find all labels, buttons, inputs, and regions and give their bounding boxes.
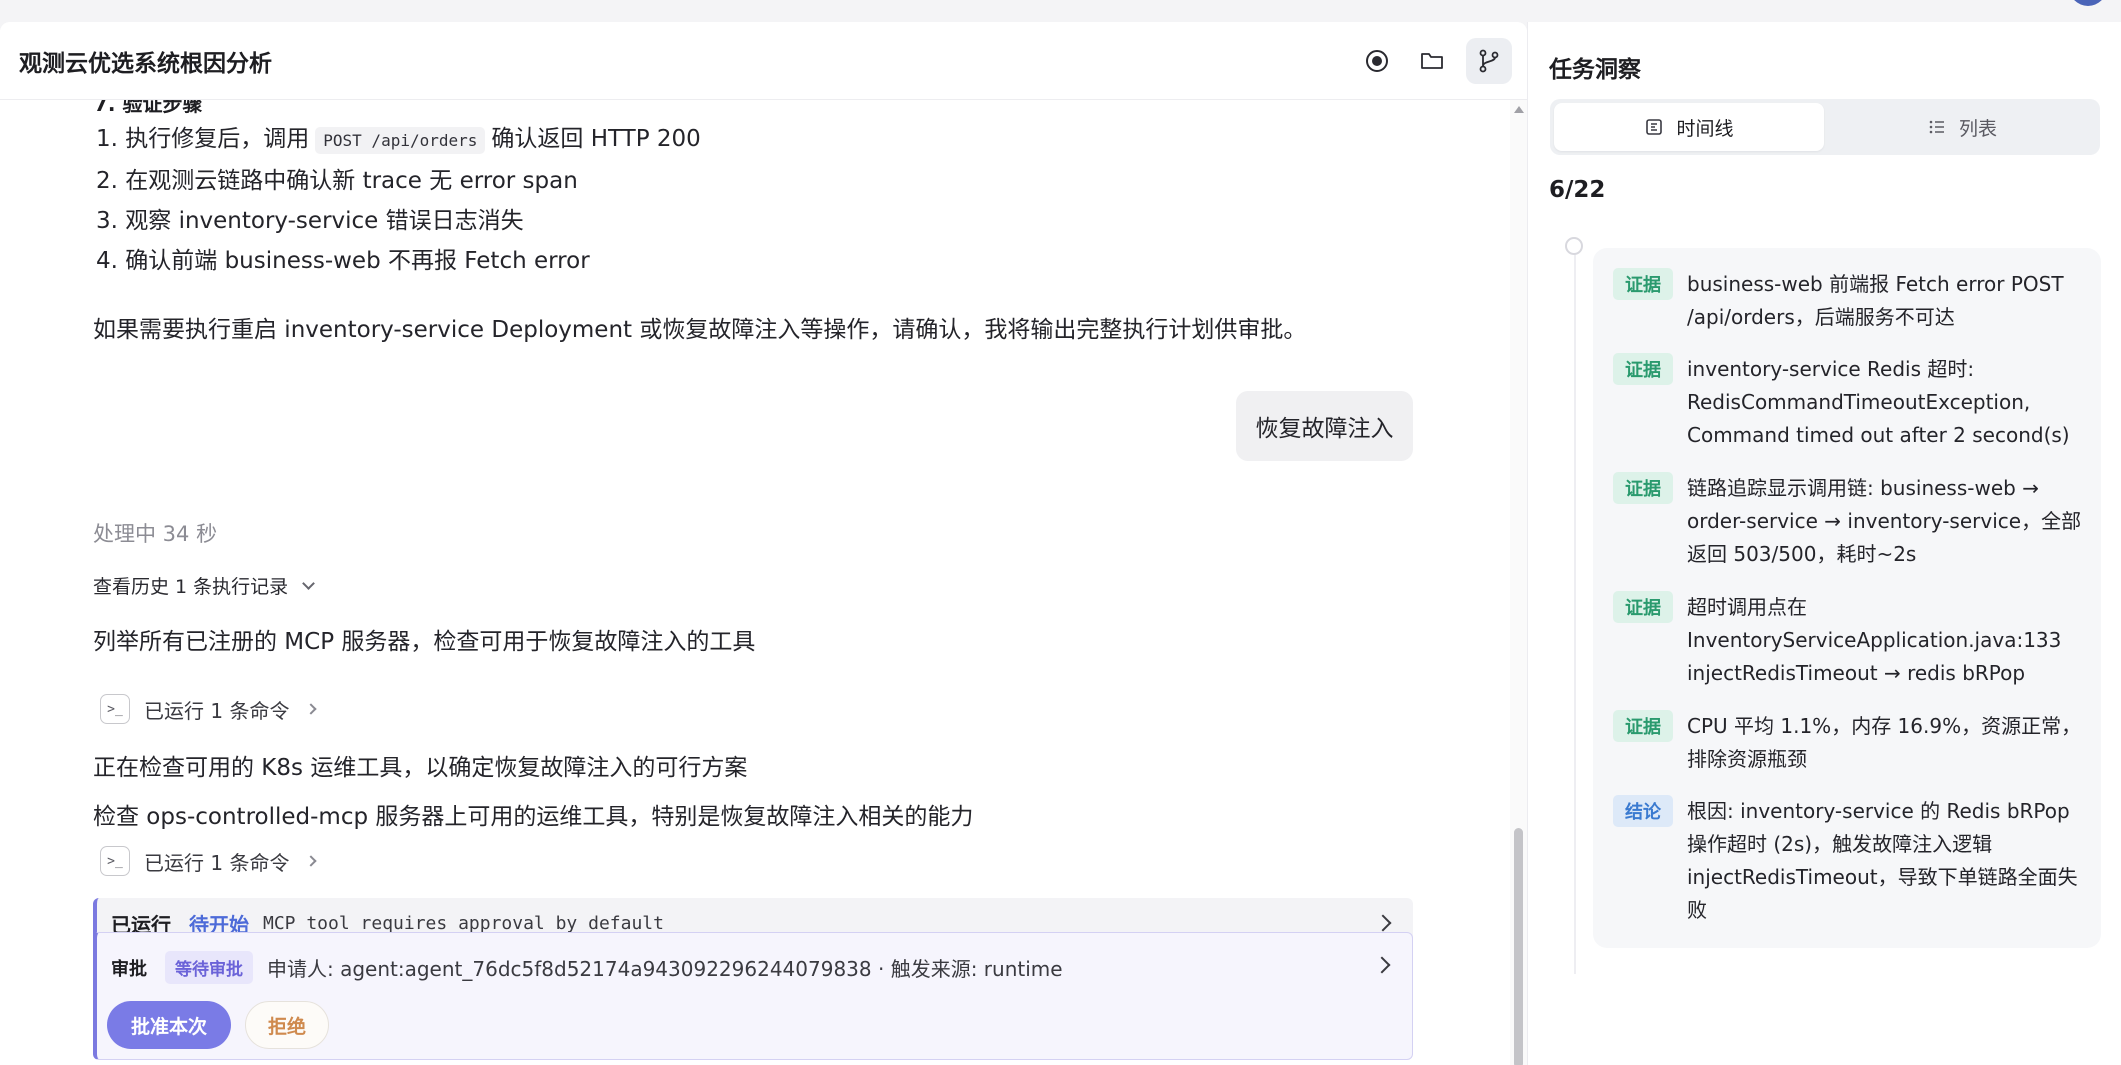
inline-code: POST /api/orders [315,127,486,154]
step-number: 2. [96,168,118,194]
chevron-right-icon [305,703,318,715]
window-top-strip [0,0,2121,22]
command-run-toggle[interactable]: >_ 已运行 1 条命令 [100,694,318,724]
timeline-axis [1574,244,1576,974]
list-item: 2. 在观测云链路中确认新 trace 无 error span [96,161,701,201]
record-button[interactable] [1354,38,1400,84]
chevron-right-icon [305,855,318,867]
evidence-tag: 证据 [1613,268,1673,300]
insight-item: 证据 CPU 平均 1.1%，内存 16.9%，资源正常，排除资源瓶颈 [1613,710,2082,776]
terminal-icon: >_ [100,694,130,724]
insight-panel: 任务洞察 时间线 列表 6/22 证据 business-web 前端报 Fet… [1527,22,2121,1065]
insight-item: 结论 根因: inventory-service 的 Redis bRPop 操… [1613,795,2082,927]
view-switcher: 时间线 列表 [1550,99,2100,155]
list-icon [1929,120,1944,134]
branch-button[interactable] [1466,38,1512,84]
evidence-tag: 证据 [1613,591,1673,623]
processing-status: 处理中 34 秒 [93,522,218,546]
history-toggle[interactable]: 查看历史 1 条执行记录 [93,572,316,599]
user-message-bubble: 恢复故障注入 [1236,391,1413,461]
insight-title: 任务洞察 [1549,57,1641,83]
command-run-toggle[interactable]: >_ 已运行 1 条命令 [100,846,318,876]
conversation-header: 观测云优选系统根因分析 [0,22,1527,100]
approval-header: 审批 等待审批 申请人: agent:agent_76dc5f8d52174a9… [111,951,1063,984]
step-number: 1. [96,126,118,152]
insight-text: inventory-service Redis 超时: RedisCommand… [1687,357,2070,447]
insight-text: CPU 平均 1.1%，内存 16.9%，资源正常，排除资源瓶颈 [1687,714,2082,771]
step-text: 观察 inventory-service 错误日志消失 [125,208,524,234]
approve-button[interactable]: 批准本次 [107,1001,231,1049]
chevron-right-icon[interactable] [1373,956,1391,974]
assistant-paragraph: 如果需要执行重启 inventory-service Deployment 或恢… [93,317,1307,343]
timeline-node-icon [1565,237,1583,255]
insight-card: 证据 business-web 前端报 Fetch error POST /ap… [1593,248,2101,948]
run-message: MCP tool requires approval by default [263,912,664,934]
approval-card: 审批 等待审批 申请人: agent:agent_76dc5f8d52174a9… [93,932,1413,1060]
scrollbar[interactable] [1510,100,1527,1065]
list-item: 3. 观察 inventory-service 错误日志消失 [96,201,701,241]
insight-item: 证据 超时调用点在 InventoryServiceApplication.ja… [1613,591,2082,690]
reject-button[interactable]: 拒绝 [245,1001,329,1049]
tab-timeline[interactable]: 时间线 [1554,103,1824,151]
insight-text: 根因: inventory-service 的 Redis bRPop 操作超时… [1687,799,2078,922]
scroll-up-arrow-icon[interactable] [1514,106,1524,113]
insight-item: 证据 链路追踪显示调用链: business-web → order-servi… [1613,472,2082,571]
conclusion-tag: 结论 [1613,795,1673,827]
insight-text: business-web 前端报 Fetch error POST /api/o… [1687,272,2064,329]
record-icon [1366,50,1388,72]
folder-icon [1421,53,1443,69]
section-heading: 7. 验证步骤 [94,100,203,116]
step-number: 4. [96,248,118,274]
evidence-tag: 证据 [1613,710,1673,742]
step-description: 列举所有已注册的 MCP 服务器，检查可用于恢复故障注入的工具 [93,629,756,655]
folder-button[interactable] [1409,38,1455,84]
step-text: 确认前端 business-web 不再报 Fetch error [125,248,590,274]
step-text: 执行修复后，调用 [125,126,310,152]
scrollbar-thumb[interactable] [1514,828,1523,1065]
command-run-label: 已运行 1 条命令 [144,850,290,875]
approval-label: 审批 [111,958,147,980]
step-description: 正在检查可用的 K8s 运维工具，以确定恢复故障注入的可行方案 [93,755,748,781]
insight-text: 链路追踪显示调用链: business-web → order-service … [1687,476,2082,566]
step-description: 检查 ops-controlled-mcp 服务器上可用的运维工具，特别是恢复故… [93,804,974,830]
verification-steps: 1. 执行修复后，调用 POST /api/orders 确认返回 HTTP 200… [96,119,701,281]
insight-item: 证据 business-web 前端报 Fetch error POST /ap… [1613,268,2082,334]
step-text: 在观测云链路中确认新 trace 无 error span [125,168,578,194]
step-number: 3. [96,208,118,234]
step-text: 确认返回 HTTP 200 [491,126,701,152]
tab-label: 时间线 [1676,117,1734,140]
page-title: 观测云优选系统根因分析 [19,51,272,77]
progress-counter: 6/22 [1549,177,1606,203]
status-badge: 等待审批 [165,951,253,984]
tab-label: 列表 [1958,117,1997,140]
list-item: 1. 执行修复后，调用 POST /api/orders 确认返回 HTTP 200 [96,119,701,161]
avatar[interactable] [2069,0,2107,6]
command-run-label: 已运行 1 条命令 [144,698,290,723]
history-toggle-label: 查看历史 1 条执行记录 [93,576,289,598]
evidence-tag: 证据 [1613,472,1673,504]
approval-meta: 申请人: agent:agent_76dc5f8d52174a943092296… [267,957,1063,981]
insight-item: 证据 inventory-service Redis 超时: RedisComm… [1613,353,2082,452]
chevron-down-icon [302,576,316,590]
timeline-icon [1646,119,1663,135]
conversation-panel: 观测云优选系统根因分析 7. 验证步骤 1. 执行修复后，调用 POST /ap… [0,22,1527,1065]
evidence-tag: 证据 [1613,353,1673,385]
chevron-right-icon [1374,914,1392,932]
git-branch-icon [1479,49,1499,73]
insight-text: 超时调用点在 InventoryServiceApplication.java:… [1687,595,2062,685]
list-item: 4. 确认前端 business-web 不再报 Fetch error [96,241,701,281]
tab-list[interactable]: 列表 [1828,103,2096,151]
terminal-icon: >_ [100,846,130,876]
